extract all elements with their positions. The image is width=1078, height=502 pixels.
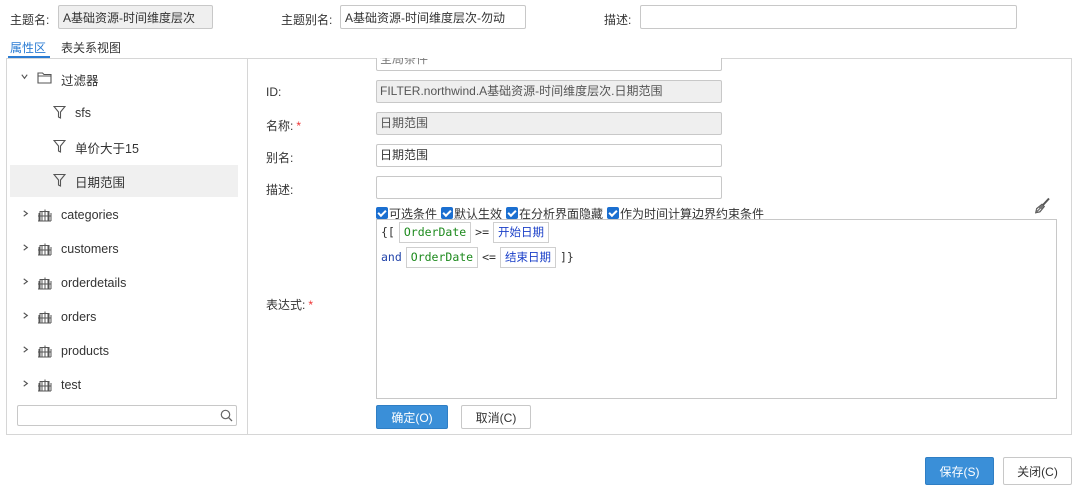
expr-bracket-close: ]} (559, 250, 574, 264)
tree-item-filter[interactable]: 单价大于15 (10, 131, 238, 163)
topic-name-label: 主题名: (10, 13, 50, 27)
expr-field-chip[interactable]: OrderDate (398, 221, 472, 243)
expr-label: 表达式: * (266, 296, 313, 313)
tree-item-filter[interactable]: sfs (10, 97, 238, 129)
tree-item-table[interactable]: test (10, 369, 238, 401)
chevron-right-icon[interactable] (21, 379, 30, 391)
checkbox-checked-icon[interactable] (441, 207, 454, 219)
search-icon[interactable] (220, 409, 233, 425)
chevron-right-icon[interactable] (21, 209, 30, 221)
required-mark: * (296, 119, 302, 133)
desc-label: 描述: (266, 183, 294, 197)
tree-item-filter-selected[interactable]: 日期范围 (10, 165, 238, 197)
topic-alias-label: 主题别名: (281, 13, 333, 27)
expression-editor[interactable]: {[ OrderDate >= 开始日期 and OrderDate <= 结束… (376, 219, 1057, 399)
expression-line: and OrderDate <= 结束日期 ]} (381, 246, 574, 268)
checkbox-checked-icon[interactable] (607, 207, 620, 219)
name-label-text: 名称: (266, 119, 294, 133)
chevron-right-icon[interactable] (21, 277, 30, 289)
save-button[interactable]: 保存(S) (925, 457, 994, 485)
table-icon (37, 310, 52, 327)
name-field[interactable]: 日期范围 (376, 112, 722, 135)
chevron-right-icon[interactable] (21, 345, 30, 357)
brush-icon[interactable] (1033, 197, 1051, 218)
tree-search-box (17, 405, 237, 426)
cancel-button[interactable]: 取消(C) (461, 405, 531, 429)
tab-properties[interactable]: 属性区 (10, 39, 46, 56)
table-icon (37, 378, 52, 395)
expression-line: {[ OrderDate >= 开始日期 (381, 221, 553, 243)
tree-item-label: 日期范围 (75, 175, 126, 190)
required-mark: * (308, 298, 314, 312)
expr-bracket-open: {[ (381, 225, 395, 239)
table-icon (37, 344, 52, 361)
topic-description-input[interactable] (640, 5, 1017, 29)
alias-input[interactable]: 日期范围 (376, 144, 722, 167)
tree-search-input[interactable] (18, 406, 213, 425)
tree-item-label: sfs (75, 106, 91, 120)
topic-alias-input[interactable] (340, 5, 526, 29)
id-label: ID: (266, 85, 282, 99)
topic-name-input[interactable] (58, 5, 213, 29)
tree-item-label: test (61, 378, 82, 392)
expr-keyword: and (381, 250, 402, 264)
table-icon (37, 208, 52, 225)
clipped-field-wrapper: 全局条件 (376, 58, 722, 71)
tree-item-label: products (61, 344, 109, 358)
tree-item-table[interactable]: products (10, 335, 238, 367)
topic-description-label: 描述: (604, 13, 632, 27)
filter-icon (52, 139, 67, 157)
tab-table-relations[interactable]: 表关系视图 (61, 39, 121, 56)
table-icon (37, 242, 52, 259)
filter-icon (52, 105, 67, 123)
expr-label-text: 表达式: (266, 298, 306, 312)
tree-item-label: orders (61, 310, 97, 324)
desc-input[interactable] (376, 176, 722, 199)
expr-param-chip[interactable]: 结束日期 (499, 246, 556, 268)
checkbox-checked-icon[interactable] (506, 207, 519, 219)
table-icon (37, 276, 52, 293)
tree-item-table[interactable]: orders (10, 301, 238, 333)
clipped-field[interactable]: 全局条件 (376, 58, 722, 71)
tree-item-table[interactable]: orderdetails (10, 267, 238, 299)
tree-item-filters[interactable]: 过滤器 (10, 63, 238, 95)
folder-icon (37, 71, 52, 87)
tree-item-label: customers (61, 242, 119, 256)
filter-icon (52, 173, 67, 191)
tree-item-label: 单价大于15 (75, 141, 139, 156)
tree-item-label: orderdetails (61, 276, 127, 290)
expr-field-chip[interactable]: OrderDate (405, 246, 479, 268)
expr-operator: <= (482, 250, 496, 264)
chevron-down-icon[interactable] (20, 72, 29, 84)
alias-label: 别名: (266, 151, 294, 165)
id-field: FILTER.northwind.A基础资源-时间维度层次.日期范围 (376, 80, 722, 103)
expr-operator: >= (475, 225, 490, 239)
chevron-right-icon[interactable] (21, 243, 30, 255)
tab-bar: 属性区 表关系视图 (0, 36, 1078, 58)
tree-item-table[interactable]: categories (10, 199, 238, 231)
ok-button[interactable]: 确定(O) (376, 405, 448, 429)
tree-panel: 过滤器 sfs 单价大于15 日期范围 categories customers… (7, 59, 248, 434)
tree-item-label: categories (61, 208, 119, 222)
expr-param-chip[interactable]: 开始日期 (493, 221, 550, 243)
name-label: 名称: * (266, 117, 301, 134)
tree-item-label: 过滤器 (61, 73, 99, 88)
chevron-right-icon[interactable] (21, 311, 30, 323)
checkbox-checked-icon[interactable] (376, 207, 388, 219)
close-button[interactable]: 关闭(C) (1003, 457, 1072, 485)
tree-item-table[interactable]: customers (10, 233, 238, 265)
